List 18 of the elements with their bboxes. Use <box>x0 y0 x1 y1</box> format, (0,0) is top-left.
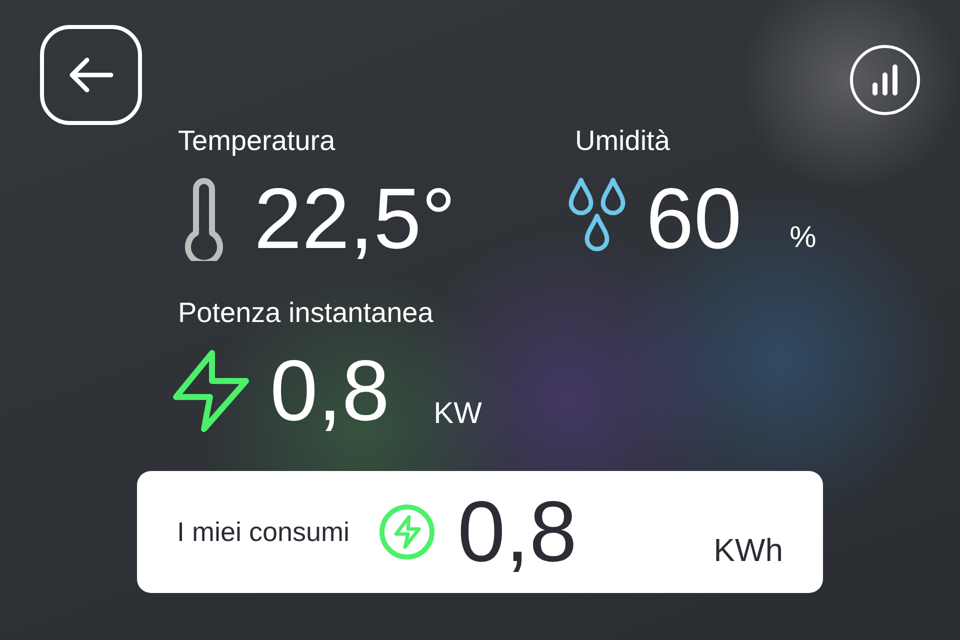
metric-value: 22,5° <box>254 171 456 267</box>
lightning-circle-icon <box>378 503 436 561</box>
consumption-value: 0,8 <box>458 484 578 580</box>
consumption-unit: KWh <box>714 532 783 569</box>
metric-value: 60 <box>646 171 742 267</box>
bar-chart-icon <box>870 63 900 97</box>
metric-label: Temperatura <box>178 125 336 157</box>
back-button[interactable] <box>40 25 142 125</box>
metric-label: Potenza instantanea <box>178 297 434 329</box>
metric-value: 0,8 <box>270 343 390 439</box>
metric-unit: % <box>790 221 816 255</box>
back-arrow-icon <box>67 55 115 95</box>
thermometer-icon <box>182 177 226 261</box>
statistics-button[interactable] <box>850 45 920 115</box>
metric-label: Umidità <box>575 125 671 157</box>
lightning-icon <box>172 349 250 433</box>
metric-unit: KW <box>434 397 482 431</box>
consumption-label: I miei consumi <box>177 516 350 548</box>
